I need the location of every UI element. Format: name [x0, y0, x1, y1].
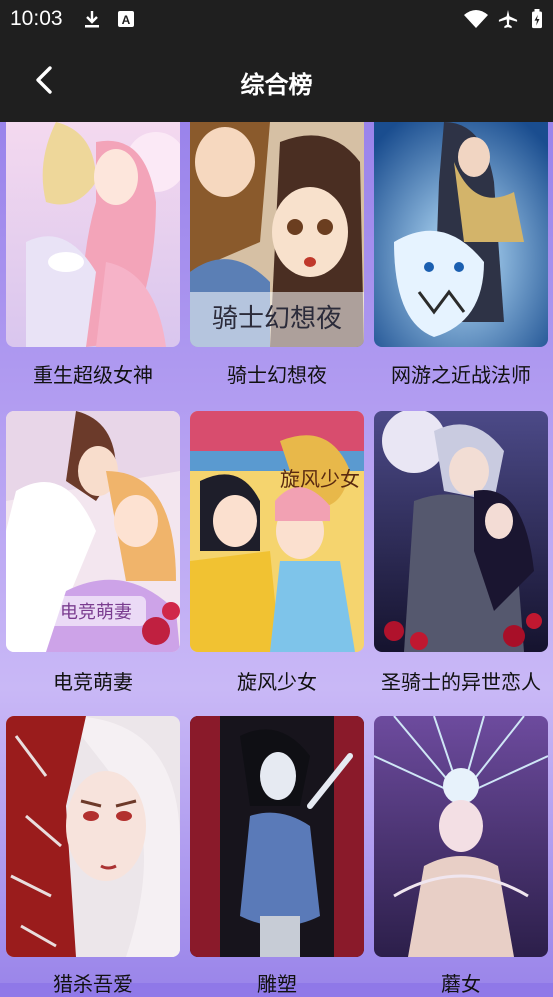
comic-cover [374, 716, 548, 957]
page-title: 综合榜 [240, 71, 313, 99]
comic-cover: 电竞萌妻 [6, 411, 180, 652]
comic-cover: 旋风少女 [190, 411, 364, 652]
download-icon [85, 11, 99, 28]
comic-title: 旋风少女 [237, 670, 317, 694]
comic-card[interactable]: 猎杀吾爱 [6, 716, 180, 996]
comic-title: 圣骑士的异世恋人 [381, 670, 541, 694]
comic-card[interactable]: 圣骑士的异世恋人 [374, 411, 548, 694]
comic-title: 电竞萌妻 [53, 670, 133, 694]
cover-title-art: 旋风少女 [280, 467, 360, 491]
comic-card[interactable]: 雕塑 [190, 716, 364, 996]
comic-card[interactable]: 网游之近战法师 [374, 122, 548, 387]
battery-icon [532, 9, 542, 29]
wifi-icon [464, 10, 488, 28]
comic-card[interactable]: 骑士幻想夜 骑士幻想夜 [190, 122, 364, 387]
cover-title-art: 电竞萌妻 [60, 602, 132, 623]
svg-text:A: A [122, 13, 131, 27]
comic-cover [374, 411, 548, 652]
app-bar: 综合榜 [0, 38, 553, 122]
status-bar: 10:03 A [0, 0, 553, 38]
comic-title: 骑士幻想夜 [227, 363, 327, 387]
comic-card[interactable]: 蘑女 [374, 716, 548, 996]
comic-cover [6, 122, 180, 347]
comic-cover [190, 716, 364, 957]
comic-card[interactable]: 电竞萌妻 电竞萌妻 [6, 411, 180, 694]
comic-title: 网游之近战法师 [391, 363, 531, 387]
airplane-icon [498, 9, 518, 29]
comic-title: 重生超级女神 [33, 363, 153, 387]
comic-cover [6, 716, 180, 957]
cover-title-art: 骑士幻想夜 [212, 304, 342, 334]
comic-cover [374, 122, 548, 347]
status-time: 10:03 [10, 7, 63, 30]
comic-card[interactable]: 重生超级女神 [6, 122, 180, 387]
comic-cover: 骑士幻想夜 [190, 122, 364, 347]
comic-card[interactable]: 旋风少女 旋风少女 [190, 411, 364, 694]
font-a-icon: A [118, 11, 134, 27]
